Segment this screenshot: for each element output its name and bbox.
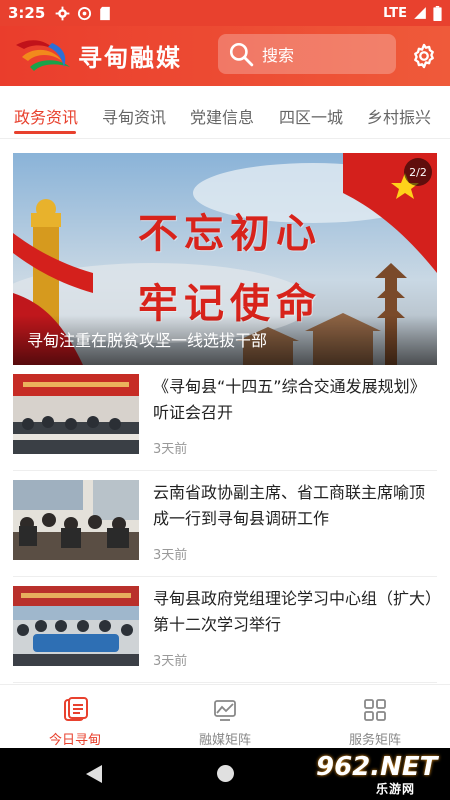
- featured-banner[interactable]: 不忘初心 牢记使命 寻甸注重在脱贫攻坚一线选拔干部 2/2: [13, 153, 437, 365]
- active-tab-indicator: [14, 131, 76, 134]
- tabs-divider: [0, 138, 450, 139]
- watermark-subtext: 乐游网: [376, 782, 416, 796]
- sync-status-icon: [78, 6, 92, 20]
- settings-status-icon: [55, 6, 70, 20]
- nav-label: 服务矩阵: [348, 733, 401, 748]
- app-logo-icon: [16, 40, 70, 71]
- banner-page-counter: 2/2: [404, 158, 432, 186]
- news-item[interactable]: 《寻甸县“十四五”综合交通发展规划》听证会召开 3天前: [13, 374, 437, 474]
- watermark-logo: 962.NET 乐游网: [316, 752, 444, 796]
- news-thumbnail: [13, 374, 139, 454]
- news-time: 3天前: [153, 654, 188, 669]
- signal-icon: [414, 7, 426, 19]
- nav-media-matrix[interactable]: 融媒矩阵: [150, 685, 300, 749]
- news-item[interactable]: 寻甸县政府党组理论学习中心组（扩大）第十二次学习举行 3天前: [13, 586, 437, 686]
- news-divider: [13, 470, 437, 471]
- network-type: LTE: [383, 5, 407, 21]
- news-divider: [13, 682, 437, 683]
- news-thumbnail: [13, 480, 139, 560]
- app-brand-title: 寻甸融媒: [78, 44, 182, 72]
- nav-service-matrix[interactable]: 服务矩阵: [300, 685, 450, 749]
- tab-government-news[interactable]: 政务资讯: [14, 104, 78, 128]
- tab-xundian-news[interactable]: 寻甸资讯: [102, 104, 166, 128]
- bottom-navigation: 今日寻甸 融媒矩阵 服务矩阵: [0, 684, 450, 748]
- nav-today-xundian[interactable]: 今日寻甸: [0, 685, 150, 749]
- banner-caption: 寻甸注重在脱贫攻坚一线选拔干部: [27, 331, 268, 350]
- category-tabs: 政务资讯 寻甸资讯 党建信息 四区一城 乡村振兴: [0, 86, 450, 138]
- search-placeholder: 搜索: [262, 46, 295, 65]
- tab-four-districts[interactable]: 四区一城: [279, 104, 343, 128]
- search-icon: [229, 42, 254, 67]
- news-thumbnail: [13, 586, 139, 666]
- news-title: 云南省政协副主席、省工商联主席喻顶成一行到寻甸县调研工作: [153, 483, 426, 528]
- banner-slogan-line1: 不忘初心: [138, 210, 322, 257]
- sdcard-status-icon: [100, 6, 111, 20]
- app-header: 寻甸融媒 搜索: [0, 26, 450, 86]
- news-title: 寻甸县政府党组理论学习中心组（扩大）第十二次学习举行: [153, 589, 434, 634]
- nav-label: 今日寻甸: [48, 733, 101, 748]
- nav-label: 融媒矩阵: [198, 733, 251, 748]
- status-time: 3:25: [8, 4, 46, 22]
- back-icon[interactable]: [86, 765, 102, 783]
- news-document-icon: [64, 697, 88, 721]
- home-icon[interactable]: [217, 765, 234, 782]
- service-grid-icon: [364, 699, 386, 721]
- media-matrix-icon: [214, 700, 236, 721]
- news-time: 3天前: [153, 548, 188, 563]
- settings-gear-icon[interactable]: [410, 42, 438, 70]
- watermark-text: 962.NET: [316, 752, 438, 782]
- news-item[interactable]: 云南省政协副主席、省工商联主席喻顶成一行到寻甸县调研工作 3天前: [13, 480, 437, 580]
- news-title: 《寻甸县“十四五”综合交通发展规划》听证会召开: [153, 377, 426, 422]
- news-divider: [13, 576, 437, 577]
- status-bar: 3:25 LTE: [0, 0, 450, 26]
- search-bar[interactable]: 搜索: [218, 34, 396, 74]
- news-time: 3天前: [153, 442, 188, 457]
- battery-icon: [433, 5, 442, 21]
- tab-party-building[interactable]: 党建信息: [190, 104, 254, 128]
- tab-rural-revitalization[interactable]: 乡村振兴: [367, 104, 431, 128]
